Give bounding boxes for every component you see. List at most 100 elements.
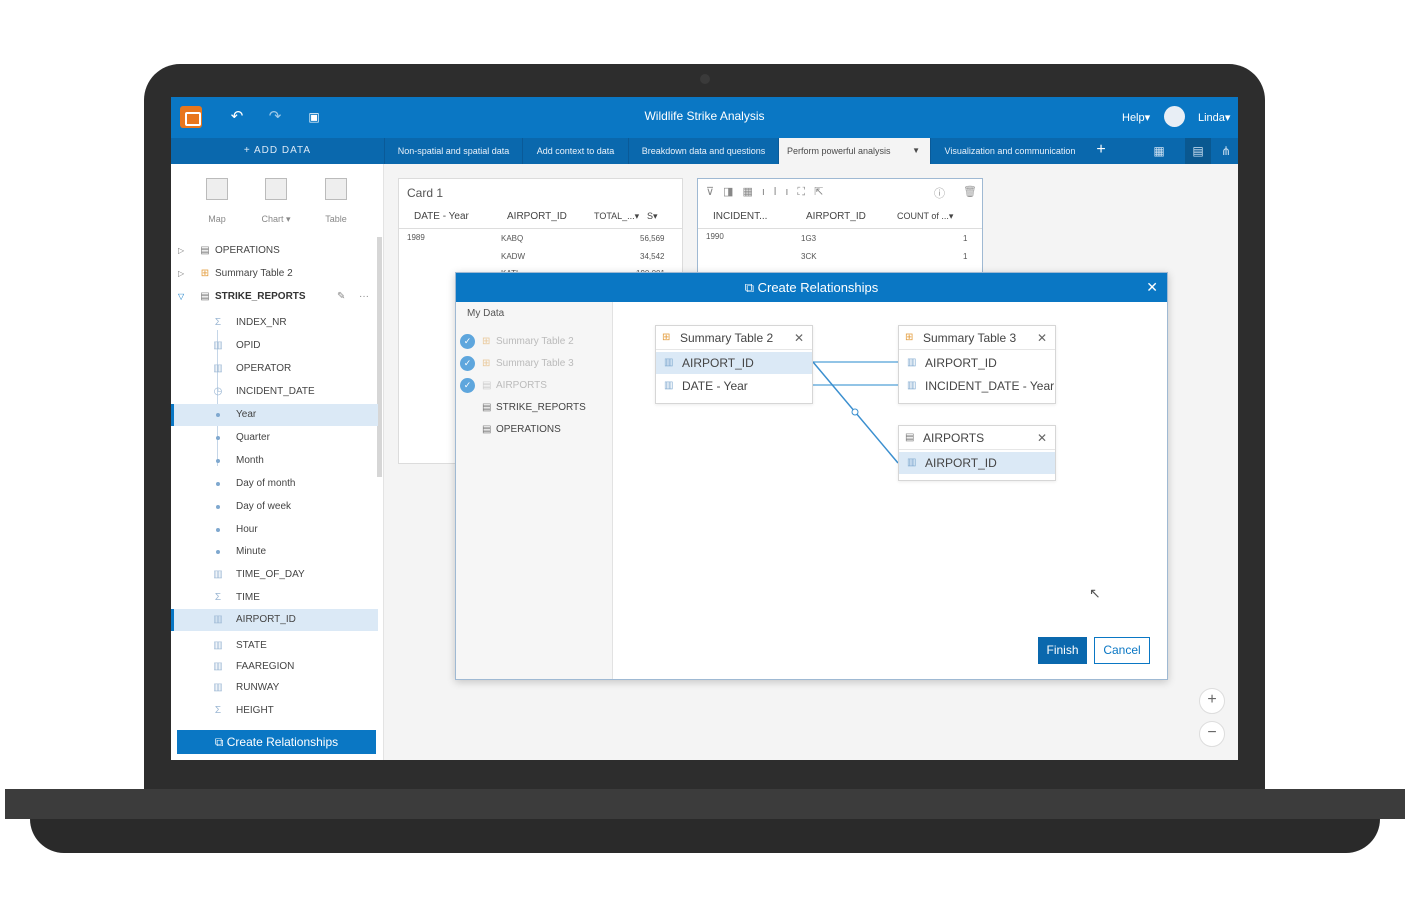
help-menu[interactable]: Help▾	[1122, 111, 1150, 124]
column-header[interactable]: AIRPORT_ID	[806, 211, 866, 222]
field-incident-date-year[interactable]: ▥ INCIDENT_DATE - Year	[899, 375, 1055, 397]
close-icon[interactable]: ✕	[1037, 426, 1047, 450]
chevron-down-icon[interactable]: ▼	[912, 138, 920, 164]
table-cell: 1	[963, 252, 968, 261]
table-icon: ▤	[200, 291, 210, 302]
collapse-arrow-icon[interactable]: ▽	[178, 286, 184, 308]
analysis-view-icon[interactable]: ⋔	[1218, 143, 1234, 159]
join-handle-icon[interactable]	[851, 408, 859, 416]
avatar[interactable]	[1164, 106, 1185, 127]
table-box-summary-2[interactable]: ⊞ Summary Table 2 ✕ ▥ AIRPORT_ID ▥ DATE - Ye…	[655, 325, 813, 404]
map-button[interactable]: Map	[192, 178, 242, 224]
field-row[interactable]: Σ HEIGHT	[171, 700, 378, 722]
string-icon: ▥	[213, 614, 223, 625]
table-cell: KABQ	[501, 234, 524, 243]
expand-arrow-icon[interactable]: ▷	[178, 240, 184, 262]
finish-button[interactable]: Finish	[1038, 637, 1087, 664]
field-label: TIME_OF_DAY	[236, 569, 305, 580]
dataset-strike-reports[interactable]: ▽ ▤ STRIKE_REPORTS ✎ ···	[171, 286, 378, 308]
bullet-icon	[216, 505, 220, 509]
add-page-icon[interactable]: +	[1089, 138, 1113, 164]
field-row[interactable]: ▥ OPID	[171, 335, 378, 357]
app-screen: ↶ ↷ ▣ Wildlife Strike Analysis Help▾ Lin…	[171, 97, 1238, 760]
info-icon[interactable]: ⓘ	[934, 185, 945, 201]
pencil-icon[interactable]: ✎	[337, 286, 345, 308]
table-card-2[interactable]: ⊽◨▦ılı⛶⇱ ⓘ 🗑 INCIDENT... AIRPORT_ID COUN…	[697, 178, 983, 278]
field-row[interactable]: Minute	[171, 541, 378, 563]
map-icon	[206, 178, 228, 200]
divider	[399, 228, 682, 229]
table-cell: 1	[963, 234, 968, 243]
delete-icon[interactable]: 🗑	[963, 185, 977, 198]
table-cell: 1G3	[801, 234, 817, 243]
dataset-summary-table-2[interactable]: ▷ ⊞ Summary Table 2	[171, 263, 378, 285]
field-label: AIRPORT_ID	[925, 356, 997, 370]
field-label: DATE - Year	[682, 379, 748, 393]
chart-button[interactable]: Chart ▾	[251, 178, 301, 225]
column-header[interactable]: S▾	[647, 211, 658, 222]
dataset-operations[interactable]: ▷ ▤ OPERATIONS	[171, 240, 378, 262]
close-icon[interactable]: ✕	[1037, 326, 1047, 350]
card-title[interactable]: Card 1	[407, 186, 443, 200]
tab-visualization[interactable]: Visualization and communication	[930, 138, 1089, 164]
tab-perform-analysis[interactable]: Perform powerful analysis ▼	[778, 138, 930, 164]
tab-breakdown[interactable]: Breakdown data and questions	[628, 138, 778, 164]
field-row-airport-id[interactable]: ▥ AIRPORT_ID	[171, 609, 378, 631]
field-row[interactable]: Σ INDEX_NR	[171, 312, 378, 334]
expand-arrow-icon[interactable]: ▷	[178, 263, 184, 285]
field-row[interactable]: Day of month	[171, 473, 378, 495]
field-label: Minute	[236, 546, 267, 557]
more-icon[interactable]: ···	[359, 286, 369, 308]
bullet-icon	[216, 459, 220, 463]
zoom-in-button[interactable]: +	[1199, 688, 1225, 714]
column-header[interactable]: TOTAL_...▾	[594, 211, 639, 222]
field-row[interactable]: Day of week	[171, 496, 378, 518]
field-row[interactable]: ▥ OPERATOR	[171, 358, 378, 380]
table-box-airports[interactable]: ▤ AIRPORTS ✕ ▥ AIRPORT_ID	[898, 425, 1056, 481]
column-header[interactable]: AIRPORT_ID	[507, 211, 567, 222]
add-data-button[interactable]: + ADD DATA	[171, 138, 384, 164]
close-icon[interactable]: ✕	[794, 326, 804, 350]
field-row[interactable]: Month	[171, 450, 378, 472]
layout-icon[interactable]: ▦	[1151, 143, 1167, 159]
field-row[interactable]: Σ TIME	[171, 587, 378, 609]
sigma-icon: Σ	[214, 592, 222, 603]
field-row-year[interactable]: Year	[171, 404, 378, 426]
bullet-icon	[216, 413, 220, 417]
field-label: RUNWAY	[236, 682, 280, 693]
data-view-icon[interactable]: ▤	[1190, 143, 1206, 159]
clock-icon: ◷	[213, 386, 223, 397]
field-label: OPID	[236, 340, 261, 351]
field-row[interactable]: ▥ FAAREGION	[171, 656, 378, 678]
column-header[interactable]: COUNT of ...▾	[897, 211, 953, 222]
dataset-label: OPERATIONS	[215, 245, 280, 256]
string-icon: ▥	[907, 357, 917, 368]
field-date-year[interactable]: ▥ DATE - Year	[656, 375, 812, 397]
field-row[interactable]: ▥ RUNWAY	[171, 677, 378, 699]
app-title: Wildlife Strike Analysis	[644, 109, 765, 123]
user-menu[interactable]: Linda▾	[1198, 111, 1230, 124]
field-row[interactable]: ▥ STATE	[171, 635, 378, 657]
field-airport-id[interactable]: ▥ AIRPORT_ID	[899, 352, 1055, 374]
zoom-out-button[interactable]: −	[1199, 721, 1225, 747]
table-box-summary-3[interactable]: ⊞ Summary Table 3 ✕ ▥ AIRPORT_ID ▥ INCIDENT_…	[898, 325, 1056, 404]
tab-non-spatial[interactable]: Non-spatial and spatial data	[384, 138, 522, 164]
table-box-header: ⊞ Summary Table 2 ✕	[656, 326, 812, 350]
field-airport-id[interactable]: ▥ AIRPORT_ID	[899, 452, 1055, 474]
field-row[interactable]: Quarter	[171, 427, 378, 449]
chart-icon	[265, 178, 287, 200]
column-header[interactable]: DATE - Year	[414, 211, 469, 222]
field-row[interactable]: ▥ TIME_OF_DAY	[171, 564, 378, 586]
create-relationships-button[interactable]: ⧉ Create Relationships	[177, 730, 376, 754]
table-cell: 34,542	[640, 252, 665, 261]
field-row[interactable]: Hour	[171, 519, 378, 541]
field-airport-id[interactable]: ▥ AIRPORT_ID	[656, 352, 812, 374]
table-icon: ▤	[905, 432, 915, 443]
cancel-button[interactable]: Cancel	[1094, 637, 1150, 664]
tab-add-context[interactable]: Add context to data	[522, 138, 628, 164]
dataset-label: Summary Table 2	[215, 268, 293, 279]
field-row[interactable]: ◷ INCIDENT_DATE	[171, 381, 378, 403]
column-header[interactable]: INCIDENT...	[713, 211, 767, 222]
card-toolbar-icons[interactable]: ⊽◨▦ılı⛶⇱	[706, 185, 832, 199]
table-button[interactable]: Table	[311, 178, 361, 224]
